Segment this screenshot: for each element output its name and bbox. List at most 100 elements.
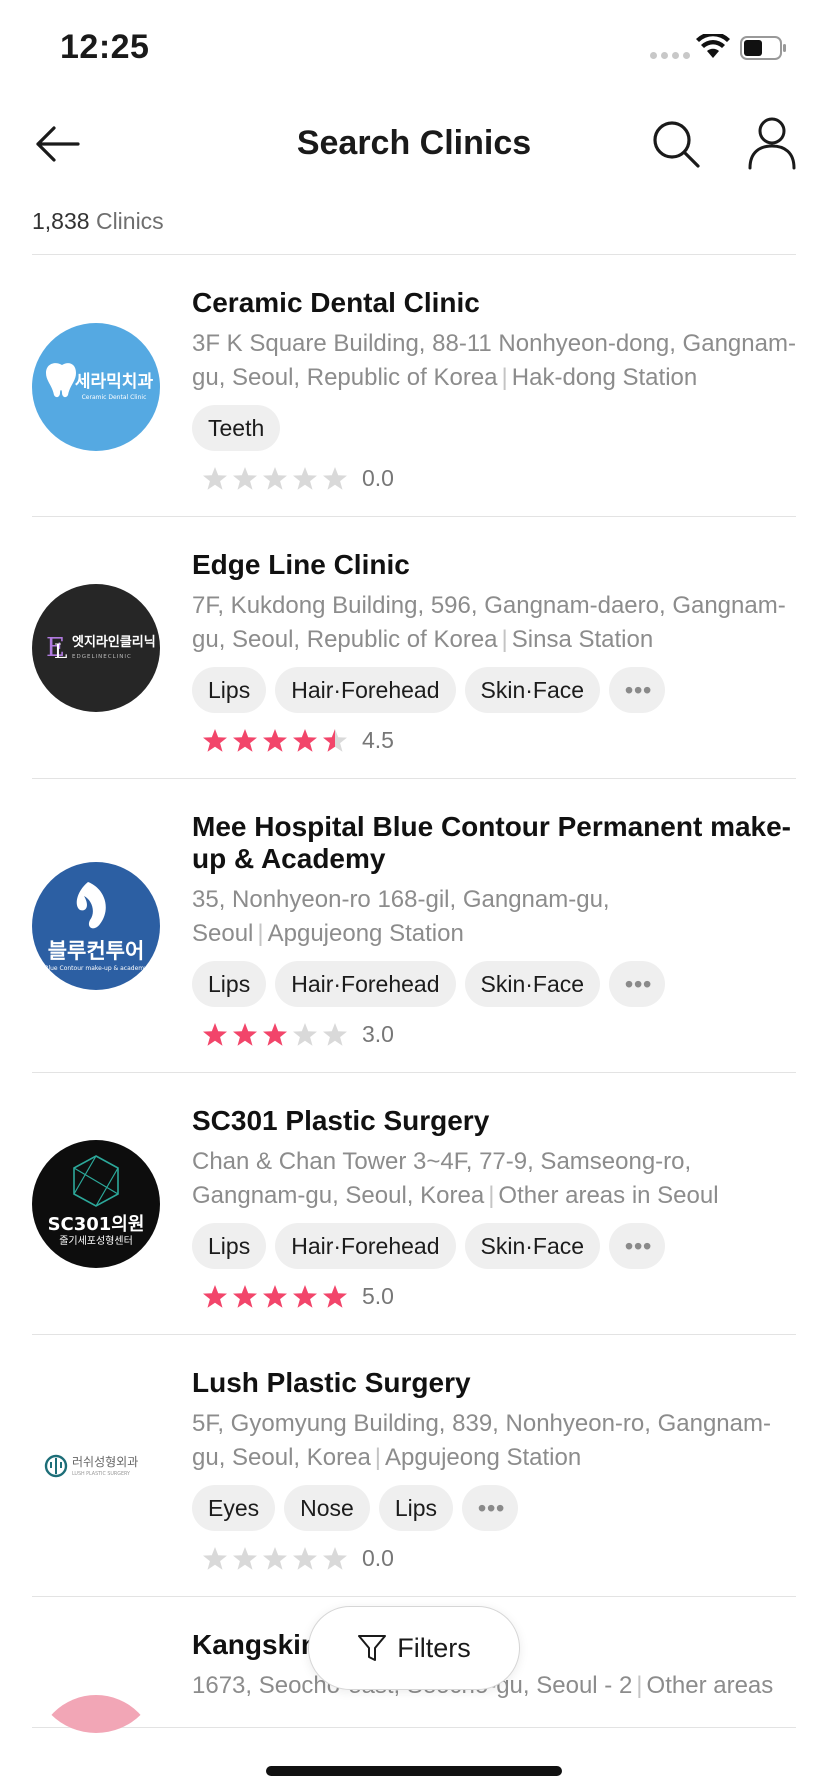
- wifi-icon: [696, 34, 730, 58]
- star-icon: [263, 1546, 287, 1570]
- status-time: 12:25: [60, 28, 150, 66]
- status-bar: 12:25: [0, 0, 828, 96]
- clinic-rating: 0.0: [202, 1545, 796, 1572]
- star-icon: [323, 466, 347, 490]
- more-tags-button[interactable]: •••: [609, 667, 666, 713]
- address-separator: |: [374, 1444, 382, 1471]
- clinic-address: 7F, Kukdong Building, 596, Gangnam-daero…: [192, 589, 796, 657]
- clinic-station: Hak-dong Station: [511, 364, 698, 391]
- rating-stars: [202, 1284, 348, 1310]
- svg-text:EDGELINECLINIC: EDGELINECLINIC: [72, 654, 132, 660]
- star-icon: [233, 466, 257, 490]
- clinic-name: Mee Hospital Blue Contour Permanent make…: [192, 811, 792, 874]
- address-separator: |: [257, 920, 264, 947]
- app-header: Search Clinics: [0, 96, 828, 196]
- category-tag[interactable]: Hair·Forehead: [275, 667, 456, 713]
- star-icon: [323, 1284, 347, 1308]
- clinic-station: Other areas: [646, 1672, 774, 1699]
- category-tag[interactable]: Skin·Face: [464, 1223, 601, 1269]
- star-icon: [293, 728, 317, 752]
- category-tag[interactable]: Hair·Forehead: [275, 961, 456, 1007]
- clinic-address: 35, Nonhyeon-ro 168-gil, Gangnam-gu, Seo…: [192, 883, 796, 951]
- star-icon: [263, 466, 287, 490]
- star-icon: [263, 1022, 287, 1046]
- star-icon: [203, 728, 227, 752]
- battery-icon: [740, 36, 786, 60]
- rating-score: 3.0: [362, 1021, 394, 1047]
- rating-score: 5.0: [362, 1283, 394, 1309]
- category-tags: Lips Hair·Forehead Skin·Face •••: [192, 1223, 796, 1269]
- address-separator: |: [488, 1182, 495, 1209]
- clinic-address-text: 3F K Square Building, 88-11 Nonhyeon-don…: [192, 330, 796, 391]
- star-icon: [203, 1284, 227, 1308]
- clinic-rating: 4.5: [202, 727, 796, 754]
- category-tag[interactable]: Hair·Forehead: [275, 1223, 456, 1269]
- category-tags: Eyes Nose Lips •••: [192, 1485, 796, 1531]
- more-tags-button[interactable]: •••: [609, 961, 666, 1007]
- clinic-name: Lush Plastic Surgery: [192, 1367, 471, 1398]
- category-tag[interactable]: Skin·Face: [464, 667, 601, 713]
- clinic-list-item[interactable]: 세라믹치과 Ceramic Dental Clinic Ceramic Dent…: [32, 254, 796, 517]
- star-icon: [203, 1546, 227, 1570]
- clinic-list-item[interactable]: SC301의원 줄기세포성형센터 SC301 Plastic Surgery C…: [32, 1073, 796, 1335]
- clinic-count: 1,838 Clinics: [32, 208, 164, 235]
- svg-text:엣지라인클리닉: 엣지라인클리닉: [72, 634, 156, 650]
- svg-text:줄기세포성형센터: 줄기세포성형센터: [59, 1235, 133, 1247]
- filters-label: Filters: [397, 1632, 471, 1663]
- category-tag[interactable]: Eyes: [192, 1485, 276, 1531]
- svg-text:Ceramic Dental Clinic: Ceramic Dental Clinic: [82, 394, 147, 401]
- clinic-count-label: Clinics: [95, 208, 164, 234]
- star-icon: [323, 1022, 347, 1046]
- filters-button[interactable]: Filters: [308, 1606, 520, 1690]
- rating-score: 0.0: [362, 465, 394, 491]
- clinic-name: SC301 Plastic Surgery: [192, 1105, 490, 1136]
- address-separator: |: [501, 364, 508, 391]
- rating-stars: [202, 1546, 348, 1572]
- clinic-address: Chan & Chan Tower 3~4F, 77-9, Samseong-r…: [192, 1145, 796, 1213]
- clinic-list-item[interactable]: 러쉬성형외과 LUSH PLASTIC SURGERY Lush Plastic…: [32, 1335, 796, 1597]
- clinic-logo: 세라믹치과 Ceramic Dental Clinic: [32, 322, 160, 451]
- category-tag[interactable]: Lips: [192, 667, 267, 713]
- rating-stars: [202, 728, 348, 754]
- category-tag[interactable]: Lips: [192, 1223, 267, 1269]
- clinic-address: 3F K Square Building, 88-11 Nonhyeon-don…: [192, 327, 796, 395]
- star-icon: [203, 466, 227, 490]
- clinic-logo: [32, 1605, 160, 1733]
- star-icon: [293, 1546, 317, 1570]
- clinic-logo: 러쉬성형외과 LUSH PLASTIC SURGERY: [32, 1402, 160, 1530]
- clinic-name: Ceramic Dental Clinic: [192, 287, 480, 318]
- clinic-station: Apgujeong Station: [267, 920, 464, 947]
- star-icon: [263, 728, 287, 752]
- star-icon: [323, 728, 347, 752]
- clinic-list-item[interactable]: 블루컨투어 Blue Contour make-up & academy Mee…: [32, 779, 796, 1073]
- page-title: Search Clinics: [296, 124, 532, 162]
- cellular-signal-icon: [650, 52, 690, 59]
- profile-icon[interactable]: [744, 114, 800, 172]
- clinic-rating: 3.0: [202, 1021, 796, 1048]
- rating-stars: [202, 1022, 348, 1048]
- svg-text:블루컨투어: 블루컨투어: [48, 939, 145, 963]
- search-icon[interactable]: [650, 118, 702, 170]
- address-separator: |: [636, 1672, 643, 1699]
- clinic-logo: 블루컨투어 Blue Contour make-up & academy: [32, 862, 160, 990]
- category-tag[interactable]: Skin·Face: [464, 961, 601, 1007]
- more-tags-button[interactable]: •••: [609, 1223, 666, 1269]
- star-icon: [293, 1022, 317, 1046]
- svg-text:세라믹치과: 세라믹치과: [75, 372, 154, 392]
- svg-text:L: L: [54, 639, 67, 663]
- clinic-list-item[interactable]: E L 엣지라인클리닉 EDGELINECLINIC Edge Line Cli…: [32, 517, 796, 779]
- star-icon: [293, 1284, 317, 1308]
- category-tag[interactable]: Nose: [284, 1485, 370, 1531]
- rating-stars: [202, 466, 348, 492]
- star-icon: [203, 1022, 227, 1046]
- svg-text:Blue Contour make-up & academy: Blue Contour make-up & academy: [44, 965, 148, 972]
- clinic-rating: 0.0: [202, 465, 796, 492]
- clinic-list: 세라믹치과 Ceramic Dental Clinic Ceramic Dent…: [0, 254, 828, 1733]
- category-tag[interactable]: Lips: [192, 961, 267, 1007]
- category-tag[interactable]: Lips: [378, 1485, 454, 1531]
- category-tag[interactable]: Teeth: [192, 405, 281, 451]
- clinic-address: 5F, Gyomyung Building, 839, Nonhyeon-ro,…: [192, 1407, 796, 1475]
- more-tags-button[interactable]: •••: [462, 1485, 519, 1531]
- category-tags: Lips Hair·Forehead Skin·Face •••: [192, 667, 796, 713]
- home-indicator: [266, 1766, 562, 1776]
